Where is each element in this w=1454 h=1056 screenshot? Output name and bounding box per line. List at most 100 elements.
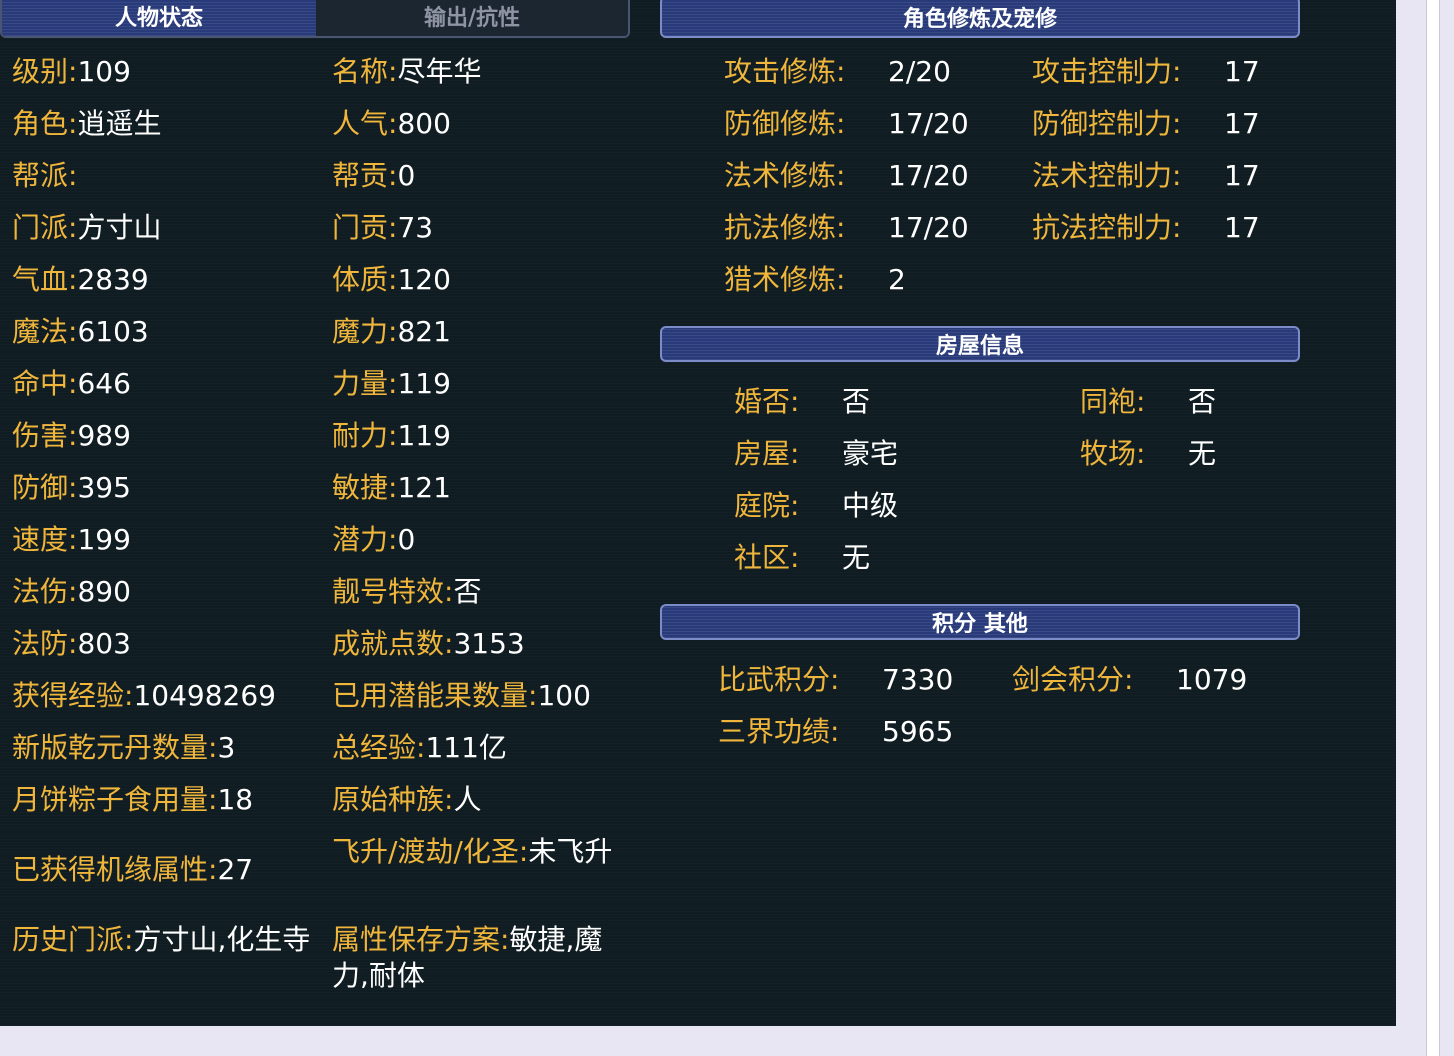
stat-left-row: 获得经验:10498269 xyxy=(12,678,312,714)
stat-left-row: 伤害:989 xyxy=(12,418,312,454)
cultivation-label: 法术修炼: xyxy=(724,159,846,192)
tab-output-resistance[interactable]: 输出/抗性 xyxy=(316,0,628,36)
cultivation-label: 抗法修炼: xyxy=(724,211,846,244)
cultivation-value: 17 xyxy=(1224,159,1260,192)
cultivation-value: 2 xyxy=(888,263,906,296)
stat-left-label: 法防: xyxy=(12,627,78,660)
stat-left-value: 199 xyxy=(77,523,131,556)
cultivation-label: 攻击修炼: xyxy=(724,55,846,88)
house-label: 牧场: xyxy=(1080,437,1146,470)
stat-right-label: 已用潜能果数量: xyxy=(332,679,538,712)
points-value: 7330 xyxy=(882,663,954,696)
stat-left-label: 级别: xyxy=(12,55,78,88)
stat-right-row: 靓号特效:否 xyxy=(332,574,624,610)
points-value: 1079 xyxy=(1176,663,1248,696)
cultivation-value: 17 xyxy=(1224,107,1260,140)
stat-left-value: 6103 xyxy=(77,315,149,348)
stat-left-label: 已获得机缘属性: xyxy=(12,853,218,886)
stat-right-value: 800 xyxy=(397,107,451,140)
stat-right-label: 帮贡: xyxy=(332,159,398,192)
stat-left-row: 法伤:890 xyxy=(12,574,312,610)
stat-right-label: 体质: xyxy=(332,263,398,296)
cultivation-value: 17 xyxy=(1224,55,1260,88)
stat-left-value: 逍遥生 xyxy=(77,107,162,140)
stat-left-label: 门派: xyxy=(12,211,78,244)
stat-right-row: 体质:120 xyxy=(332,262,624,298)
stat-left-label: 月饼粽子食用量: xyxy=(12,783,218,816)
stat-left-value: 989 xyxy=(77,419,131,452)
stat-right-value: 121 xyxy=(397,471,451,504)
stat-left-row: 速度:199 xyxy=(12,522,312,558)
stat-left-row: 防御:395 xyxy=(12,470,312,506)
stat-left-value: 10498269 xyxy=(133,679,276,712)
stat-left-label: 法伤: xyxy=(12,575,78,608)
stat-right-label: 总经验: xyxy=(332,731,426,764)
stat-right-row: 原始种族:人 xyxy=(332,782,624,818)
cultivation-value: 17/20 xyxy=(888,211,969,244)
stat-left-label: 帮派: xyxy=(12,159,78,192)
house-value: 否 xyxy=(1188,385,1217,418)
stat-right-value: 尽年华 xyxy=(397,55,482,88)
stat-left-row: 新版乾元丹数量:3 xyxy=(12,730,312,766)
scrollbar[interactable] xyxy=(1426,0,1440,1056)
cultivation-label: 攻击控制力: xyxy=(1032,55,1182,88)
house-value: 中级 xyxy=(842,489,899,522)
points-value: 5965 xyxy=(882,715,954,748)
stat-left-row: 帮派: xyxy=(12,158,312,194)
stat-right-label: 人气: xyxy=(332,107,398,140)
stat-left-row: 已获得机缘属性:27 xyxy=(12,852,312,888)
stat-right-row: 敏捷:121 xyxy=(332,470,624,506)
stat-right-value: 111亿 xyxy=(425,731,507,764)
stat-right-label: 飞升/渡劫/化圣: xyxy=(332,835,529,868)
house-value: 无 xyxy=(1188,437,1217,470)
house-value: 否 xyxy=(842,385,871,418)
stat-right-row: 耐力:119 xyxy=(332,418,624,454)
stat-left-row: 级别:109 xyxy=(12,54,312,90)
stat-right-label: 名称: xyxy=(332,55,398,88)
stat-right-label: 潜力: xyxy=(332,523,398,556)
stat-right-value: 人 xyxy=(453,783,482,816)
tab-character-status[interactable]: 人物状态 xyxy=(2,0,316,36)
character-panel: 人物状态 输出/抗性 级别:109 角色:逍遥生 帮派: 门派:方寸山 气血:2839 魔… xyxy=(0,0,1396,1026)
stat-right-value: 3153 xyxy=(453,627,525,660)
cultivation-label: 防御控制力: xyxy=(1032,107,1182,140)
stat-right-label: 原始种族: xyxy=(332,783,454,816)
stat-right-value: 120 xyxy=(397,263,451,296)
stat-right-value: 73 xyxy=(397,211,434,244)
stat-right-row: 飞升/渡劫/化圣:未飞升 xyxy=(332,834,624,870)
stat-right-value: 0 xyxy=(397,159,416,192)
stat-left-row: 角色:逍遥生 xyxy=(12,106,312,142)
stat-right-label: 敏捷: xyxy=(332,471,398,504)
stat-left-label: 魔法: xyxy=(12,315,78,348)
stat-right-label: 力量: xyxy=(332,367,398,400)
stat-left-value: 18 xyxy=(217,783,254,816)
stat-left-label: 速度: xyxy=(12,523,78,556)
stat-left-value: 395 xyxy=(77,471,131,504)
stat-right-row: 已用潜能果数量:100 xyxy=(332,678,624,714)
stat-left-value: 109 xyxy=(77,55,131,88)
stat-right-label: 魔力: xyxy=(332,315,398,348)
cultivation-value: 17 xyxy=(1224,211,1260,244)
cultivation-value: 17/20 xyxy=(888,159,969,192)
house-value: 豪宅 xyxy=(842,437,899,470)
stat-right-label: 靓号特效: xyxy=(332,575,454,608)
stat-left-value: 646 xyxy=(77,367,131,400)
points-label: 比武积分: xyxy=(718,663,840,696)
cultivation-header: 角色修炼及宠修 xyxy=(660,0,1300,38)
stat-right-row: 力量:119 xyxy=(332,366,624,402)
cultivation-value: 17/20 xyxy=(888,107,969,140)
stat-right-value: 100 xyxy=(537,679,591,712)
stat-left-label: 气血: xyxy=(12,263,78,296)
points-header: 积分 其他 xyxy=(660,604,1300,640)
cultivation-label: 猎术修炼: xyxy=(724,263,846,296)
stat-left-row: 门派:方寸山 xyxy=(12,210,312,246)
stat-left-row: 月饼粽子食用量:18 xyxy=(12,782,312,818)
cultivation-label: 法术控制力: xyxy=(1032,159,1182,192)
stat-right-value: 119 xyxy=(397,419,451,452)
stat-left-value: 3 xyxy=(217,731,236,764)
stat-left-label: 新版乾元丹数量: xyxy=(12,731,218,764)
stat-left-label: 获得经验: xyxy=(12,679,134,712)
stat-left-row: 法防:803 xyxy=(12,626,312,662)
house-label: 庭院: xyxy=(734,489,800,522)
stat-right-value: 否 xyxy=(453,575,482,608)
